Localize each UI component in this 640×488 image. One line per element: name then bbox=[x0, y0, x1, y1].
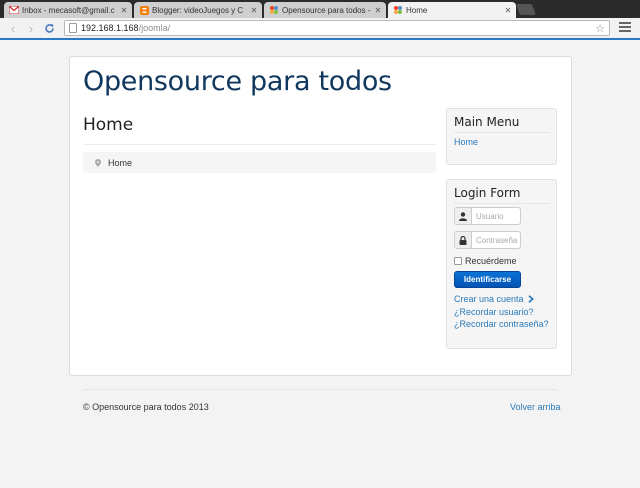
breadcrumb-item: Home bbox=[108, 157, 133, 168]
divider bbox=[454, 203, 550, 204]
divider bbox=[83, 144, 436, 145]
tab-title: Home bbox=[406, 5, 428, 15]
footer-copyright: © Opensource para todos 2013 bbox=[83, 402, 209, 412]
module-title: Login Form bbox=[454, 186, 521, 200]
remember-me: Recuérdeme bbox=[454, 256, 517, 266]
tab-bar: Inbox - mecasoft@gmail.c ✕ Blogger: vide… bbox=[0, 0, 640, 18]
url-path: /joomla/ bbox=[138, 23, 171, 33]
blogger-icon bbox=[139, 5, 149, 15]
remember-me-checkbox[interactable] bbox=[454, 257, 462, 265]
create-account-label: Crear una cuenta bbox=[454, 294, 524, 304]
new-tab-button[interactable] bbox=[515, 4, 537, 15]
tab-title: Inbox - mecasoft@gmail.c bbox=[22, 5, 115, 15]
close-tab-icon[interactable]: ✕ bbox=[374, 6, 382, 15]
login-button[interactable]: Identificarse bbox=[454, 271, 521, 288]
location-pin-icon bbox=[95, 158, 103, 167]
create-account-link[interactable]: Crear una cuenta bbox=[454, 294, 534, 305]
main-menu-module: Main Menu Home bbox=[446, 108, 557, 165]
tab-gmail[interactable]: Inbox - mecasoft@gmail.c ✕ bbox=[4, 2, 132, 18]
chevron-right-icon bbox=[528, 294, 534, 305]
site-title[interactable]: Opensource para todos bbox=[83, 66, 392, 97]
login-form-module: Login Form Recuérdeme Identificarse Crea… bbox=[446, 179, 557, 349]
divider bbox=[454, 132, 550, 133]
footer-divider bbox=[83, 389, 557, 390]
remember-me-label[interactable]: Recuérdeme bbox=[465, 256, 517, 266]
page-icon bbox=[69, 23, 77, 33]
bookmark-star-icon[interactable]: ☆ bbox=[595, 22, 605, 35]
joomla-icon bbox=[393, 5, 403, 15]
username-input[interactable] bbox=[472, 208, 520, 224]
password-field bbox=[454, 231, 521, 249]
back-icon[interactable]: ‹ bbox=[6, 21, 20, 36]
module-title: Main Menu bbox=[454, 115, 520, 129]
username-field bbox=[454, 207, 521, 225]
user-icon bbox=[455, 208, 472, 224]
gmail-icon bbox=[9, 5, 19, 15]
close-tab-icon[interactable]: ✕ bbox=[120, 6, 128, 15]
browser-toolbar: ‹ › 192.168.1.168/joomla/ ☆ bbox=[0, 18, 640, 40]
joomla-icon bbox=[269, 5, 279, 15]
tab-opensource[interactable]: Opensource para todos - ✕ bbox=[264, 2, 386, 18]
lock-icon bbox=[455, 232, 472, 248]
close-tab-icon[interactable]: ✕ bbox=[504, 6, 512, 15]
menu-icon[interactable] bbox=[619, 22, 631, 34]
address-bar[interactable]: 192.168.1.168/joomla/ ☆ bbox=[64, 20, 610, 36]
page-title: Home bbox=[83, 115, 134, 135]
password-input[interactable] bbox=[472, 232, 520, 248]
remind-username-link[interactable]: ¿Recordar usuario? bbox=[454, 307, 534, 317]
forward-icon[interactable]: › bbox=[24, 21, 38, 36]
breadcrumb: Home bbox=[83, 152, 436, 173]
tab-blogger[interactable]: Blogger: videoJuegos y C ✕ bbox=[134, 2, 262, 18]
tab-title: Opensource para todos - bbox=[282, 5, 371, 15]
close-tab-icon[interactable]: ✕ bbox=[250, 6, 258, 15]
url-host: 192.168.1.168 bbox=[81, 23, 139, 33]
back-to-top-link[interactable]: Volver arriba bbox=[510, 402, 561, 412]
tab-home[interactable]: Home ✕ bbox=[388, 2, 516, 18]
remind-password-link[interactable]: ¿Recordar contraseña? bbox=[454, 319, 549, 329]
menu-item-home[interactable]: Home bbox=[454, 137, 478, 147]
tab-title: Blogger: videoJuegos y C bbox=[152, 5, 244, 15]
reload-icon[interactable] bbox=[42, 21, 56, 35]
